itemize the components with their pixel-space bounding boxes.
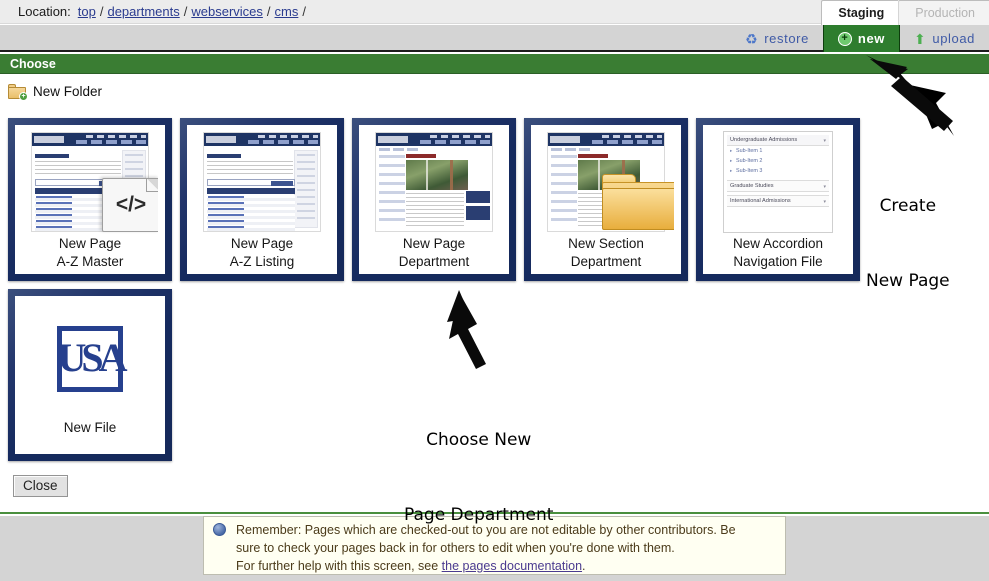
accordion-subitem: Sub-Item 2 — [727, 156, 829, 166]
card-label-line1: New Page — [230, 236, 294, 251]
new-button[interactable]: + new — [822, 25, 901, 52]
upload-arrow-icon: ⬆ — [914, 30, 927, 47]
card-label-line2: Department — [570, 254, 642, 269]
environment-tabs: Staging Production — [821, 0, 989, 25]
action-bar: ♻ restore + new ⬆ upload — [0, 25, 989, 52]
card-label-line1: New Accordion — [732, 236, 824, 251]
action-group: ♻ restore + new ⬆ upload — [731, 25, 989, 52]
breadcrumb-link-departments[interactable]: departments — [107, 4, 179, 19]
chevron-down-icon: ▾ — [823, 137, 826, 144]
site-mock — [203, 131, 321, 232]
choose-header: Choose — [0, 54, 989, 74]
upload-button[interactable]: ⬆ upload — [900, 25, 989, 52]
card-inner: </> New Page A-Z Master — [15, 125, 165, 274]
card-label-line2: Navigation File — [733, 254, 823, 269]
card-label-line2: Department — [398, 254, 470, 269]
code-file-icon: </> — [102, 178, 158, 232]
thumbnail-site-az-listing — [194, 129, 330, 234]
accordion-item-label: International Admissions — [730, 197, 791, 204]
card-new-page-az-master[interactable]: </> New Page A-Z Master — [8, 118, 172, 281]
restore-label: restore — [764, 31, 809, 46]
card-new-section-department[interactable]: New Section Department — [524, 118, 688, 281]
chevron-down-icon: ▾ — [823, 198, 826, 205]
card-new-accordion-navigation-file[interactable]: Undergraduate Admissions ▾ Sub-Item 1 Su… — [696, 118, 860, 281]
accordion-item-label: Undergraduate Admissions — [730, 136, 798, 143]
annotation-line: Page Department — [404, 505, 554, 525]
upload-label: upload — [932, 31, 975, 46]
tab-slant — [813, 1, 823, 26]
tab-slant — [890, 1, 900, 26]
breadcrumb-separator: / — [302, 4, 306, 19]
close-button-label: Close — [23, 478, 58, 493]
accordion-item: Graduate Studies ▾ — [727, 179, 829, 192]
accordion-subitem: Sub-Item 1 — [727, 146, 829, 156]
accordion-subitem: Sub-Item 3 — [727, 166, 829, 176]
annotation-line: New Page — [866, 271, 950, 291]
thumbnail-site-department — [366, 129, 502, 234]
annotation-choose-new-page-department: Choose New Page Department — [404, 378, 553, 578]
location-label: Location: — [18, 4, 71, 19]
annotation-line: Choose New — [426, 430, 532, 450]
help-text-suffix: . — [582, 559, 586, 573]
card-label-line1: New Page — [58, 236, 122, 251]
new-label: new — [857, 31, 886, 46]
accordion-preview: Undergraduate Admissions ▾ Sub-Item 1 Su… — [723, 130, 833, 233]
chevron-down-icon: ▾ — [823, 183, 826, 190]
tab-staging-label: Staging — [838, 6, 885, 20]
breadcrumb-separator: / — [266, 4, 271, 19]
usa-logo: USA — [57, 326, 128, 392]
folder-icon — [602, 174, 674, 230]
thumbnail-site-department-folder — [538, 129, 674, 234]
site-mock — [375, 131, 493, 232]
choose-title: Choose — [10, 56, 56, 71]
card-new-page-az-listing[interactable]: New Page A-Z Listing — [180, 118, 344, 281]
accordion-item: Undergraduate Admissions ▾ — [727, 134, 829, 146]
breadcrumb-separator: / — [183, 4, 188, 19]
card-new-file[interactable]: USA New File — [8, 289, 172, 461]
recycle-icon: ♻ — [745, 30, 759, 47]
info-icon — [213, 523, 226, 536]
usa-logo-mark: USA — [57, 335, 127, 380]
card-label-line2: A-Z Master — [56, 254, 124, 269]
accordion-item: International Admissions ▾ — [727, 194, 829, 207]
card-label-line1: New Section — [568, 236, 644, 251]
card-label-line2: A-Z Listing — [229, 254, 295, 269]
card-inner: New Section Department — [531, 125, 681, 274]
tab-staging[interactable]: Staging — [821, 0, 899, 25]
annotation-line: Create — [879, 196, 937, 216]
card-inner: Undergraduate Admissions ▾ Sub-Item 1 Su… — [703, 125, 853, 274]
breadcrumb-link-top[interactable]: top — [78, 4, 96, 19]
card-inner: New Page A-Z Listing — [187, 125, 337, 274]
new-folder-button[interactable]: + New Folder — [8, 84, 103, 101]
app-window: Location: top / departments / webservice… — [0, 0, 989, 581]
thumbnail-accordion-nav: Undergraduate Admissions ▾ Sub-Item 1 Su… — [710, 129, 846, 234]
tab-production-label: Production — [915, 6, 975, 20]
close-button[interactable]: Close — [13, 475, 68, 497]
breadcrumb-separator: / — [99, 4, 104, 19]
card-label-line1: New File — [63, 420, 117, 435]
thumbnail-usa-logo: USA — [22, 300, 158, 418]
restore-button[interactable]: ♻ restore — [731, 25, 823, 52]
folder-add-icon: + — [8, 84, 28, 101]
card-inner: USA New File — [15, 296, 165, 454]
thumbnail-site-az-master: </> — [22, 129, 158, 234]
annotation-create-new-page: Create New Page — [866, 144, 950, 344]
new-folder-label: New Folder — [33, 84, 103, 99]
card-label-line1: New Page — [402, 236, 466, 251]
card-inner: New Page Department — [359, 125, 509, 274]
card-row: </> New Page A-Z Master New Page A-Z Lis… — [8, 118, 868, 289]
tab-production[interactable]: Production — [898, 0, 989, 25]
card-new-page-department[interactable]: New Page Department — [352, 118, 516, 281]
plus-circle-icon: + — [837, 31, 852, 46]
breadcrumb-link-cms[interactable]: cms — [275, 4, 299, 19]
accordion-item-label: Graduate Studies — [730, 182, 774, 189]
breadcrumb-link-webservices[interactable]: webservices — [191, 4, 263, 19]
